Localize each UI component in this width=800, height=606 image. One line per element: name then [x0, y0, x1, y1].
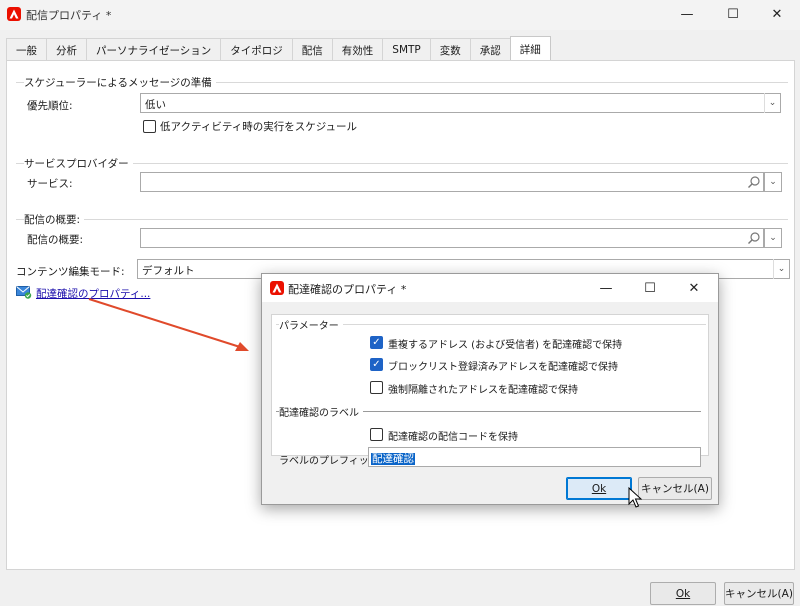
tab-typology[interactable]: タイポロジ — [220, 38, 293, 61]
minimize-button[interactable]: — — [664, 0, 710, 28]
keep-quarantined-checkbox[interactable] — [370, 381, 383, 394]
service-input[interactable] — [140, 172, 764, 192]
mouse-cursor-icon — [628, 487, 642, 508]
service-dropdown-button[interactable]: ⌄ — [764, 172, 782, 192]
dialog-minimize-button[interactable]: — — [584, 274, 628, 302]
priority-label: 優先順位: — [27, 100, 73, 112]
envelope-check-icon — [16, 285, 32, 299]
dialog-ok-button-label: Ok — [591, 482, 607, 495]
dialog-maximize-button[interactable]: ☐ — [628, 274, 672, 302]
search-icon[interactable] — [747, 175, 761, 189]
dialog-title-bar: 配達確認のプロパティ * — ☐ ✕ — [262, 274, 718, 302]
window-title: 配信プロパティ * — [26, 9, 112, 22]
low-activity-label: 低アクティビティ時の実行をスケジュール — [160, 121, 357, 133]
dialog-ok-button[interactable]: Ok — [566, 477, 632, 500]
priority-value: 低い — [145, 99, 166, 111]
tab-validity[interactable]: 有効性 — [331, 38, 384, 61]
tab-delivery[interactable]: 配信 — [291, 38, 333, 61]
search-icon[interactable] — [747, 231, 761, 245]
keep-delivery-code-label: 配達確認の配信コードを保持 — [388, 432, 518, 443]
chevron-down-icon[interactable]: ⌄ — [773, 259, 789, 279]
service-group-title: サービスプロバイダー — [24, 156, 133, 171]
tab-approval[interactable]: 承認 — [469, 38, 511, 61]
summary-label: 配信の概要: — [27, 234, 84, 246]
tracking-properties-dialog: 配達確認のプロパティ * — ☐ ✕ パラメーター ✓ 重複するアドレス (およ… — [261, 273, 719, 508]
adobe-logo-icon — [7, 7, 21, 21]
ok-button-label: Ok — [675, 587, 691, 600]
tab-bar: 一般 分析 パーソナライゼーション タイポロジ 配信 有効性 SMTP 変数 承… — [6, 36, 551, 61]
keep-delivery-code-checkbox[interactable] — [370, 428, 383, 441]
summary-dropdown-button[interactable]: ⌄ — [764, 228, 782, 248]
tab-general[interactable]: 一般 — [6, 38, 47, 61]
cancel-button[interactable]: キャンセル(A) — [724, 582, 794, 605]
tab-variables[interactable]: 変数 — [429, 38, 471, 61]
tab-analysis[interactable]: 分析 — [46, 38, 87, 61]
title-bar: 配信プロパティ * — ☐ ✕ — [0, 0, 800, 30]
tab-personalization[interactable]: パーソナライゼーション — [86, 38, 222, 61]
ok-button[interactable]: Ok — [650, 582, 716, 605]
adobe-logo-icon — [270, 281, 284, 295]
dialog-title: 配達確認のプロパティ * — [288, 283, 407, 296]
content-mode-value: デフォルト — [142, 265, 195, 277]
dialog-close-button[interactable]: ✕ — [672, 274, 716, 302]
service-label: サービス: — [27, 178, 73, 190]
keep-duplicates-label: 重複するアドレス (および受信者) を配達確認で保持 — [388, 340, 623, 351]
maximize-button[interactable]: ☐ — [710, 0, 756, 28]
summary-group-line — [16, 219, 788, 220]
prefix-input[interactable]: 配達確認 — [368, 447, 701, 467]
keep-duplicates-checkbox[interactable]: ✓ — [370, 336, 383, 349]
close-button[interactable]: ✕ — [754, 0, 800, 28]
annotation-arrow-icon — [88, 298, 249, 351]
content-mode-label: コンテンツ編集モード: — [16, 266, 125, 278]
params-group-title: パラメーター — [279, 317, 343, 332]
tab-smtp[interactable]: SMTP — [382, 38, 431, 61]
summary-input[interactable] — [140, 228, 764, 248]
keep-blocklisted-checkbox[interactable]: ✓ — [370, 358, 383, 371]
dialog-cancel-button[interactable]: キャンセル(A) — [638, 477, 712, 500]
keep-quarantined-label: 強制隔離されたアドレスを配達確認で保持 — [388, 385, 578, 396]
summary-group-title: 配信の概要: — [24, 212, 85, 227]
keep-blocklisted-label: ブロックリスト登録済みアドレスを配達確認で保持 — [388, 362, 618, 373]
low-activity-checkbox[interactable] — [143, 120, 156, 133]
priority-select[interactable]: 低い ⌄ — [140, 93, 781, 113]
scheduler-group-title: スケジューラーによるメッセージの準備 — [24, 75, 216, 90]
prefix-value: 配達確認 — [371, 453, 415, 465]
label-section-title: 配達確認のラベル — [279, 404, 363, 419]
chevron-down-icon[interactable]: ⌄ — [764, 93, 780, 113]
tab-advanced[interactable]: 詳細 — [509, 36, 551, 61]
